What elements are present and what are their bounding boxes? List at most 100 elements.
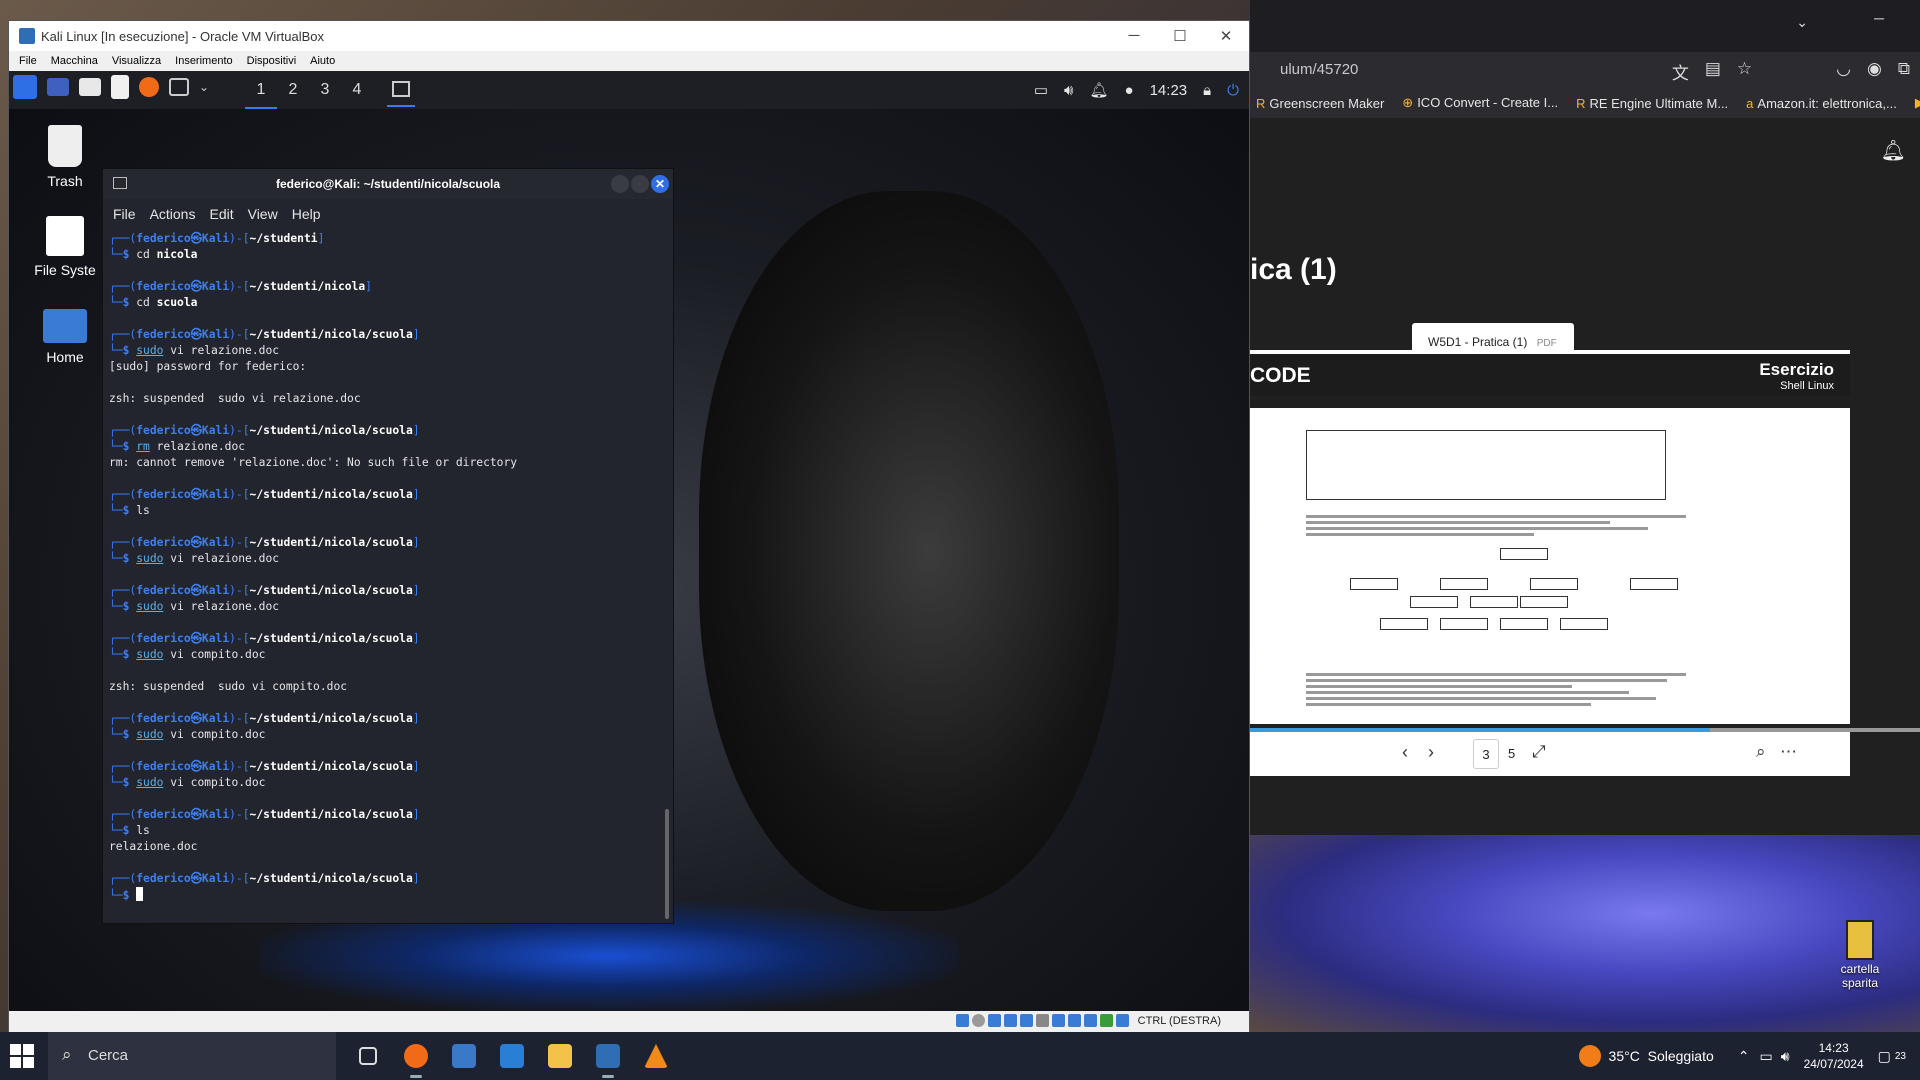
terminal-close-button[interactable]: ✕ — [651, 175, 669, 193]
guest-features-indicator-icon[interactable] — [1099, 1014, 1113, 1027]
start-button[interactable] — [10, 1044, 34, 1068]
terminal-titlebar[interactable]: federico@Kali: ~/studenti/nicola/scuola … — [103, 169, 673, 199]
text-cursor — [136, 887, 144, 901]
more-options-icon[interactable]: ⋯ — [1780, 742, 1797, 762]
terminal-launcher-icon[interactable] — [169, 78, 189, 96]
bookmark-item[interactable]: R Greenscreen Maker — [1256, 96, 1384, 111]
show-desktop-icon[interactable] — [47, 78, 69, 96]
lock-icon[interactable]: 🔒︎ — [1203, 82, 1211, 99]
usb-indicator-icon[interactable] — [1019, 1014, 1033, 1027]
address-bar[interactable]: ulum/45720 文 ▤ ☆ ◡ ◉ ⧉ — [1250, 52, 1920, 88]
mouse-integration-indicator-icon[interactable] — [1115, 1014, 1129, 1027]
text-editor-icon[interactable] — [111, 75, 129, 99]
chevron-down-icon[interactable]: ⌄ — [199, 80, 209, 94]
taskbar-terminal-item[interactable] — [387, 79, 415, 107]
reader-icon[interactable]: ▤ — [1705, 59, 1721, 84]
workspace-3[interactable]: 3 — [309, 71, 341, 109]
workspace-1[interactable]: 1 — [245, 71, 277, 109]
virtualbox-titlebar[interactable]: Kali Linux [In esecuzione] - Oracle VM V… — [9, 21, 1249, 51]
firefox-icon[interactable] — [139, 77, 159, 97]
menu-dispositivi[interactable]: Dispositivi — [247, 55, 297, 67]
notification-bell-icon[interactable]: 🔔︎ — [1089, 81, 1108, 99]
chevron-up-icon[interactable]: ⌃ — [1738, 1048, 1750, 1065]
desktop-icon-home[interactable]: Home — [29, 309, 101, 365]
task-view-button[interactable] — [344, 1032, 392, 1080]
term-menu-edit[interactable]: Edit — [209, 206, 233, 222]
network-icon[interactable]: ▭ — [1760, 1048, 1773, 1065]
search-icon[interactable]: ⌕ — [1756, 742, 1766, 762]
menu-file[interactable]: File — [19, 55, 37, 67]
pdf-header-left: CODE — [1250, 364, 1311, 387]
taskbar-firefox[interactable] — [392, 1032, 440, 1080]
display-icon[interactable]: ▭ — [1034, 81, 1048, 99]
prev-page-icon[interactable]: ‹ — [1402, 742, 1408, 763]
extensions-icon[interactable]: ⧉ — [1898, 59, 1910, 84]
minimize-button[interactable]: ─ — [1111, 21, 1157, 51]
translate-icon[interactable]: 文 — [1672, 59, 1689, 84]
bookmark-item[interactable]: a Amazon.it: elettronica,... — [1746, 96, 1897, 111]
workspace-4[interactable]: 4 — [341, 71, 373, 109]
bell-icon[interactable]: 🔔︎ — [1881, 138, 1906, 163]
bookmark-item[interactable]: R RE Engine Ultimate M... — [1576, 96, 1728, 111]
close-button[interactable]: ✕ — [1203, 21, 1249, 51]
bookmark-item[interactable]: ⊕ ICO Convert - Create I... — [1402, 95, 1558, 111]
system-clock[interactable]: 14:23 24/07/2024 — [1804, 1040, 1864, 1072]
taskbar-vlc[interactable] — [632, 1032, 680, 1080]
next-page-icon[interactable]: › — [1428, 742, 1434, 763]
terminal-scrollbar[interactable] — [665, 809, 669, 919]
search-box[interactable]: ⌕ Cerca — [48, 1032, 336, 1080]
menu-visualizza[interactable]: Visualizza — [112, 55, 161, 67]
menu-macchina[interactable]: Macchina — [51, 55, 98, 67]
terminal-minimize-button[interactable] — [611, 175, 629, 193]
tab-dropdown-icon[interactable]: ⌄ — [1796, 14, 1808, 31]
taskbar-explorer[interactable] — [536, 1032, 584, 1080]
taskbar-app-2[interactable] — [440, 1032, 488, 1080]
volume-icon[interactable]: 🔊︎ — [1064, 82, 1073, 99]
audio-indicator-icon[interactable] — [987, 1014, 1001, 1027]
workspace-2[interactable]: 2 — [277, 71, 309, 109]
bookmark-item[interactable]: ▶YouTub — [1915, 95, 1920, 111]
power-icon[interactable]: ● — [1125, 82, 1134, 99]
menu-aiuto[interactable]: Aiuto — [310, 55, 335, 67]
volume-icon[interactable]: 🔊︎ — [1781, 1048, 1790, 1065]
term-menu-help[interactable]: Help — [292, 206, 321, 222]
cpu-indicator-icon[interactable] — [1083, 1014, 1097, 1027]
prompt-bracket: )-[ — [229, 536, 250, 549]
term-menu-actions[interactable]: Actions — [150, 206, 196, 222]
terminal-output[interactable]: ┌──(federico㉿Kali)-[~/studenti] └─$ cd ni… — [109, 231, 665, 921]
command-text: vi compito.doc — [163, 728, 266, 741]
weather-icon[interactable] — [1578, 1045, 1601, 1067]
display-indicator-icon[interactable] — [1051, 1014, 1065, 1027]
prompt-bracket: )-[ — [229, 488, 250, 501]
taskbar-virtualbox[interactable] — [584, 1032, 632, 1080]
desktop-shortcut-cartella-sparita[interactable]: cartella sparita — [1828, 920, 1892, 990]
file-manager-icon[interactable] — [79, 78, 101, 96]
menu-inserimento[interactable]: Inserimento — [175, 55, 232, 67]
prompt-path: ~/studenti/nicola/scuola — [249, 712, 413, 725]
kali-menu-icon[interactable] — [13, 75, 37, 99]
fullscreen-icon[interactable]: ⤢ — [1532, 742, 1546, 762]
notifications-icon[interactable]: ▢ — [1878, 1048, 1891, 1065]
weather-text[interactable]: 35°C Soleggiato — [1609, 1048, 1714, 1064]
shared-folder-indicator-icon[interactable] — [1035, 1014, 1049, 1027]
command-text: sudo — [136, 728, 164, 741]
terminal-maximize-button[interactable] — [631, 175, 649, 193]
recording-indicator-icon[interactable] — [1067, 1014, 1081, 1027]
desktop-icon-trash[interactable]: Trash — [29, 125, 101, 189]
maximize-button[interactable]: ☐ — [1157, 21, 1203, 51]
logout-icon[interactable]: ⏻ — [1227, 82, 1239, 99]
bookmark-star-icon[interactable]: ☆ — [1737, 59, 1752, 84]
pocket-icon[interactable]: ◡ — [1836, 59, 1851, 84]
panel-clock[interactable]: 14:23 — [1150, 82, 1188, 99]
optical-indicator-icon[interactable] — [971, 1014, 985, 1027]
network-indicator-icon[interactable] — [1003, 1014, 1017, 1027]
term-menu-view[interactable]: View — [248, 206, 278, 222]
address-url[interactable]: ulum/45720 — [1280, 61, 1358, 78]
desktop-icon-filesystem[interactable]: File Syste — [29, 216, 101, 278]
taskbar-mail[interactable] — [488, 1032, 536, 1080]
account-icon[interactable]: ◉ — [1867, 59, 1882, 84]
term-menu-file[interactable]: File — [113, 206, 136, 222]
minimize-icon[interactable]: ─ — [1874, 10, 1884, 26]
hdd-indicator-icon[interactable] — [955, 1014, 969, 1027]
current-page-field[interactable]: 3 — [1473, 739, 1499, 769]
